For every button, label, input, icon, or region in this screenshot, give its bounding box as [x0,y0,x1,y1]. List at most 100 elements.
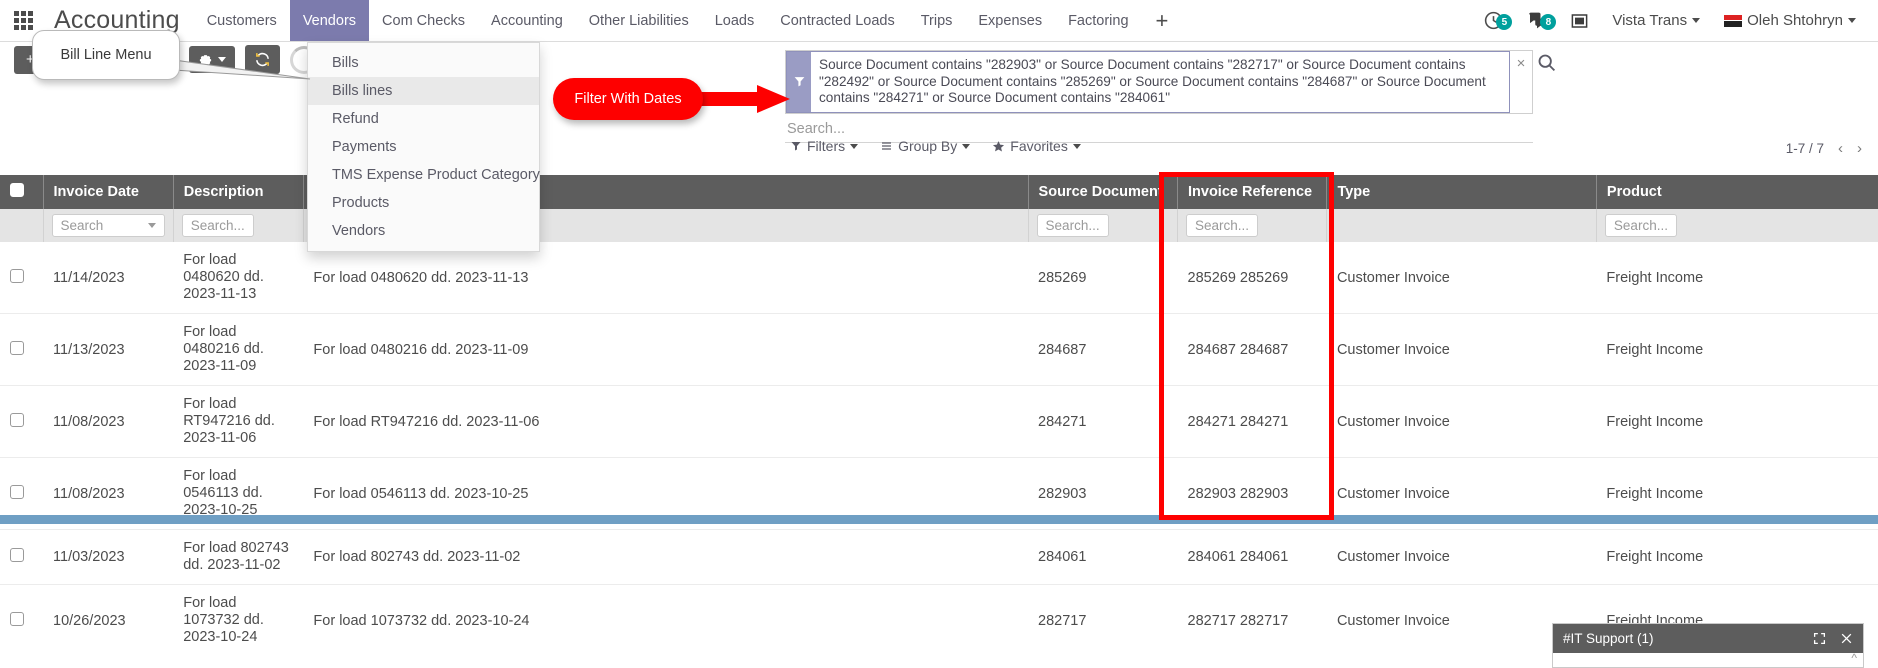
description-search-input[interactable]: Search... [182,214,254,237]
product-search-input[interactable]: Search... [1605,214,1677,237]
source-document-search-input[interactable]: Search... [1037,214,1109,237]
filter-cell-source-document: Search... [1028,209,1177,242]
invoice-date-search-input[interactable]: Search [52,214,165,237]
row-select-cell[interactable] [0,386,43,458]
add-menu-button[interactable]: + [1142,0,1183,41]
search-facet-text: Source Document contains "282903" or Sou… [811,52,1509,112]
chat-window: #IT Support (1) ^ [1552,623,1864,668]
filter-with-dates-callout: Filter With Dates [553,78,703,120]
dropdown-item-payments[interactable]: Payments [308,133,539,161]
chat-window-header[interactable]: #IT Support (1) [1553,624,1863,653]
dropdown-item-tms-expense-product-category[interactable]: TMS Expense Product Category [308,161,539,189]
top-navigation-bar: Accounting Customers Vendors Com Checks … [0,0,1878,42]
filter-cell-empty [0,209,43,242]
dropdown-item-bills-lines[interactable]: Bills lines [308,77,539,105]
cell-description: For load 802743 dd. 2023-11-02 [173,530,303,585]
nav-item-trips[interactable]: Trips [908,0,966,41]
row-checkbox[interactable] [10,413,24,427]
filter-cell-description: Search... [173,209,303,242]
search-facet-remove-button[interactable]: × [1510,51,1532,113]
cell-description: For load 0480216 dd. 2023-11-09 [173,314,303,386]
vendors-dropdown-menu: Bills Bills lines Refund Payments TMS Ex… [307,42,540,252]
cell-invoice-date: 11/03/2023 [43,530,173,585]
filters-menu-button[interactable]: Filters [790,138,858,154]
column-header-product[interactable]: Product [1596,175,1878,209]
horizontal-scrollbar[interactable] [0,515,1878,524]
row-checkbox[interactable] [10,548,24,562]
company-switcher[interactable]: Vista Trans [1602,12,1710,29]
row-select-cell[interactable] [0,242,43,314]
column-header-invoice-date[interactable]: Invoice Date [43,175,173,209]
row-checkbox[interactable] [10,485,24,499]
cell-description: For load 0480620 dd. 2023-11-13 [173,242,303,314]
table-body: 11/14/2023For load 0480620 dd. 2023-11-1… [0,242,1878,668]
flag-icon [1724,15,1742,27]
cell-type: Customer Invoice [1327,242,1596,314]
pager-value: 1-7 / 7 [1786,141,1824,156]
nav-item-accounting[interactable]: Accounting [478,0,576,41]
row-checkbox[interactable] [10,269,24,283]
chevron-right-icon[interactable]: › [1857,140,1862,157]
cell-invoice-reference: 284687 284687 [1178,314,1327,386]
cell-product: Freight Income [1596,242,1878,314]
search-icon[interactable] [1536,52,1557,79]
grid-apps-icon [14,11,33,30]
nav-item-vendors[interactable]: Vendors [290,0,369,41]
select-all-checkbox[interactable] [10,183,24,197]
column-header-invoice-reference[interactable]: Invoice Reference [1178,175,1327,209]
cell-display-name: For load RT947216 dd. 2023-11-06 [303,386,1028,458]
cell-invoice-date: 11/14/2023 [43,242,173,314]
chevron-left-icon[interactable]: ‹ [1838,140,1843,157]
close-icon[interactable] [1840,632,1853,645]
nav-item-expenses[interactable]: Expenses [965,0,1055,41]
expand-icon[interactable] [1813,632,1826,645]
invoice-reference-search-input[interactable]: Search... [1186,214,1258,237]
messages-button[interactable]: 8 [1517,10,1557,31]
monitor-icon [1570,12,1589,30]
dropdown-item-products[interactable]: Products [308,189,539,217]
search-input[interactable] [785,121,1533,137]
table-row[interactable]: 11/13/2023For load 0480216 dd. 2023-11-0… [0,314,1878,386]
column-header-description[interactable]: Description [173,175,303,209]
nav-item-other-liabilities[interactable]: Other Liabilities [576,0,702,41]
filter-with-dates-label: Filter With Dates [574,91,681,107]
group-by-menu-button[interactable]: Group By [880,138,970,154]
dropdown-item-vendors[interactable]: Vendors [308,217,539,245]
nav-item-customers[interactable]: Customers [194,0,290,41]
row-checkbox[interactable] [10,612,24,626]
screen-share-button[interactable] [1561,12,1598,30]
row-select-cell[interactable] [0,530,43,585]
filters-menu-label: Filters [807,138,845,154]
nav-item-contracted-loads[interactable]: Contracted Loads [767,0,907,41]
table-row[interactable]: 11/03/2023For load 802743 dd. 2023-11-02… [0,530,1878,585]
column-header-source-document[interactable]: Source Document [1028,175,1177,209]
chat-window-preview [1553,653,1863,657]
tooltip-pointer-line [172,56,312,82]
column-header-select-all[interactable] [0,175,43,209]
column-filter-row: Search Search... Search... Search... [0,209,1878,242]
chat-window-title: #IT Support (1) [1563,631,1654,646]
list-view: Invoice Date Description Display Name So… [0,175,1878,668]
search-facet[interactable]: Source Document contains "282903" or Sou… [786,51,1510,113]
cell-product: Freight Income [1596,386,1878,458]
nav-item-factoring[interactable]: Factoring [1055,0,1141,41]
user-menu[interactable]: Oleh Shtohryn [1714,12,1866,29]
row-checkbox[interactable] [10,341,24,355]
dropdown-item-bills[interactable]: Bills [308,49,539,77]
user-name: Oleh Shtohryn [1747,12,1843,29]
column-header-type[interactable]: Type [1327,175,1596,209]
row-select-cell[interactable] [0,314,43,386]
cell-description: For load RT947216 dd. 2023-11-06 [173,386,303,458]
activities-button[interactable]: 5 [1474,10,1513,31]
table-row[interactable]: 11/08/2023For load RT947216 dd. 2023-11-… [0,386,1878,458]
cell-display-name: For load 802743 dd. 2023-11-02 [303,530,1028,585]
chevron-down-icon [1848,18,1856,23]
nav-item-com-checks[interactable]: Com Checks [369,0,478,41]
chevron-up-icon[interactable]: ^ [1851,651,1857,665]
dropdown-item-refund[interactable]: Refund [308,105,539,133]
nav-item-loads[interactable]: Loads [702,0,768,41]
table-row[interactable]: 11/14/2023For load 0480620 dd. 2023-11-1… [0,242,1878,314]
filter-cell-invoice-reference: Search... [1178,209,1327,242]
favorites-menu-button[interactable]: Favorites [992,138,1081,154]
cell-invoice-reference: 284271 284271 [1178,386,1327,458]
